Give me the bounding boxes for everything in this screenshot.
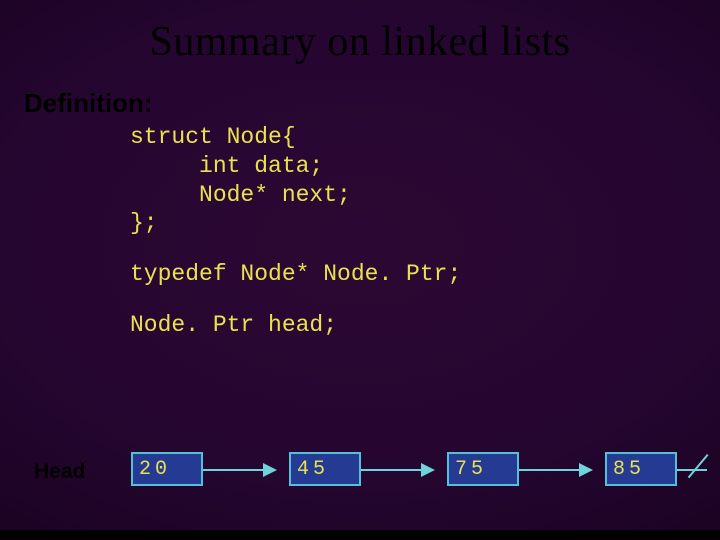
code-line: };	[130, 210, 158, 236]
linked-list-diagram: Head 20 45 75 85	[0, 452, 720, 512]
arrow-icon	[203, 469, 275, 471]
spacer	[0, 289, 720, 311]
code-line: int data;	[130, 153, 323, 179]
code-line: Node. Ptr head;	[130, 312, 337, 338]
code-head-decl: Node. Ptr head;	[130, 311, 720, 340]
list-node: 85	[605, 452, 677, 486]
arrow-icon	[519, 469, 591, 471]
code-line: Node* next;	[130, 182, 351, 208]
arrow-icon	[361, 469, 433, 471]
code-typedef: typedef Node* Node. Ptr;	[130, 260, 720, 289]
code-line: struct Node{	[130, 124, 296, 150]
null-terminator-icon	[688, 454, 709, 478]
list-node: 45	[289, 452, 361, 486]
code-struct: struct Node{ int data; Node* next; };	[130, 123, 720, 238]
head-label: Head	[34, 460, 85, 484]
list-node: 75	[447, 452, 519, 486]
code-line: typedef Node* Node. Ptr;	[130, 261, 461, 287]
list-node: 20	[131, 452, 203, 486]
slide-title: Summary on linked lists	[0, 0, 720, 66]
definition-label: Definition:	[24, 88, 720, 119]
spacer	[0, 238, 720, 260]
slide: Summary on linked lists Definition: stru…	[0, 0, 720, 540]
